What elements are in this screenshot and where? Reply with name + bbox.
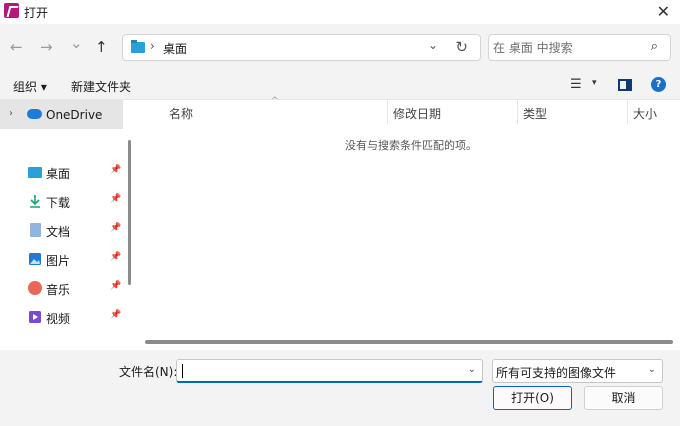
app-icon: [4, 3, 19, 18]
column-divider[interactable]: [517, 100, 518, 124]
filename-dropdown-chevron-icon[interactable]: ⌄: [468, 364, 476, 375]
sidebar-item-desktop[interactable]: 桌面 📌: [0, 159, 123, 185]
open-button[interactable]: 打开(O): [493, 386, 572, 410]
music-icon: [28, 281, 42, 295]
back-arrow-icon[interactable]: ←: [10, 38, 23, 56]
file-type-dropdown-chevron-icon[interactable]: ⌄: [648, 364, 656, 375]
recent-locations-chevron-icon[interactable]: ⌄: [70, 34, 83, 52]
filename-combobox[interactable]: ⌄: [176, 359, 483, 383]
sidebar-scrollbar[interactable]: [128, 140, 131, 285]
pin-icon[interactable]: 📌: [110, 223, 121, 233]
column-header-type[interactable]: 类型: [523, 105, 547, 122]
file-type-select[interactable]: 所有可支持的图像文件 ⌄: [492, 359, 663, 383]
refresh-icon[interactable]: ↻: [455, 38, 468, 56]
forward-arrow-icon[interactable]: →: [40, 38, 53, 56]
breadcrumb-desktop[interactable]: 桌面: [163, 40, 187, 57]
desktop-folder-icon: [131, 40, 145, 53]
column-divider[interactable]: [627, 100, 628, 124]
close-icon[interactable]: ✕: [657, 2, 670, 21]
empty-results-message: 没有与搜索条件匹配的项。: [345, 139, 477, 152]
column-header-date-modified[interactable]: 修改日期: [393, 105, 441, 122]
pictures-icon: [28, 252, 42, 266]
sidebar-item-pictures[interactable]: 图片 📌: [0, 246, 123, 272]
column-divider[interactable]: [387, 100, 388, 124]
expand-chevron-icon[interactable]: ›: [9, 108, 13, 119]
onedrive-cloud-icon: [27, 109, 42, 119]
search-icon[interactable]: ⌕: [651, 39, 658, 54]
pin-icon[interactable]: 📌: [110, 252, 121, 262]
dialog-footer: 文件名(N): ⌄ 所有可支持的图像文件 ⌄ 打开(O) 取消: [0, 350, 680, 426]
address-bar[interactable]: › 桌面 ⌄ ↻: [122, 34, 481, 61]
horizontal-scrollbar[interactable]: [145, 340, 673, 344]
organize-button[interactable]: 组织 ▾: [13, 78, 47, 95]
search-box[interactable]: ⌕: [488, 34, 671, 61]
view-options-icon[interactable]: ☰: [570, 77, 582, 92]
pin-icon[interactable]: 📌: [110, 165, 121, 175]
file-list: ^ 名称 修改日期 类型 大小 没有与搜索条件匹配的项。: [137, 96, 680, 350]
up-arrow-icon[interactable]: ↑: [95, 38, 108, 56]
sidebar-item-label: 图片: [46, 254, 71, 268]
title-bar: 打开 ✕: [0, 0, 680, 24]
search-input[interactable]: [493, 39, 643, 57]
column-header-name[interactable]: 名称: [169, 105, 193, 122]
desktop-icon: [28, 167, 42, 178]
sidebar-item-label: 下载: [46, 196, 71, 210]
download-icon: [28, 194, 42, 208]
sidebar-item-music[interactable]: 音乐 📌: [0, 275, 123, 301]
new-folder-button[interactable]: 新建文件夹: [71, 78, 131, 95]
breadcrumb-separator-icon: ›: [150, 39, 155, 53]
filename-input[interactable]: [180, 362, 460, 379]
sidebar-item-label: OneDrive: [46, 108, 103, 122]
file-type-value: 所有可支持的图像文件: [496, 366, 617, 380]
cancel-button[interactable]: 取消: [584, 386, 663, 410]
sidebar-item-videos[interactable]: 视频 📌: [0, 304, 123, 330]
view-caret-icon[interactable]: ▾: [592, 78, 597, 88]
navigation-pane: › OneDrive 桌面 📌 下载 📌 文档 📌 图片 📌 音乐 📌 视频 📌: [0, 100, 137, 350]
sidebar-item-documents[interactable]: 文档 📌: [0, 217, 123, 243]
pin-icon[interactable]: 📌: [110, 194, 121, 204]
filename-label: 文件名(N):: [119, 365, 178, 379]
sidebar-item-onedrive[interactable]: › OneDrive: [0, 100, 123, 129]
sidebar-item-label: 文档: [46, 225, 71, 239]
pin-icon[interactable]: 📌: [110, 310, 121, 320]
sidebar-item-label: 桌面: [46, 167, 71, 181]
column-header-size[interactable]: 大小: [633, 105, 657, 122]
sidebar-item-label: 音乐: [46, 283, 71, 297]
window-title: 打开: [24, 6, 49, 20]
navigation-bar: ← → ⌄ ↑ › 桌面 ⌄ ↻ ⌕: [0, 24, 680, 70]
sidebar-item-downloads[interactable]: 下载 📌: [0, 188, 123, 214]
sidebar-item-label: 视频: [46, 312, 71, 326]
command-toolbar: 组织 ▾ 新建文件夹 ☰ ▾ ?: [0, 70, 680, 100]
address-dropdown-chevron-icon[interactable]: ⌄: [428, 38, 438, 52]
document-icon: [30, 223, 41, 237]
video-icon: [28, 310, 42, 324]
pin-icon[interactable]: 📌: [110, 281, 121, 291]
sort-ascending-icon: ^: [271, 96, 279, 106]
help-icon[interactable]: ?: [651, 77, 666, 92]
preview-pane-icon[interactable]: [618, 79, 632, 91]
